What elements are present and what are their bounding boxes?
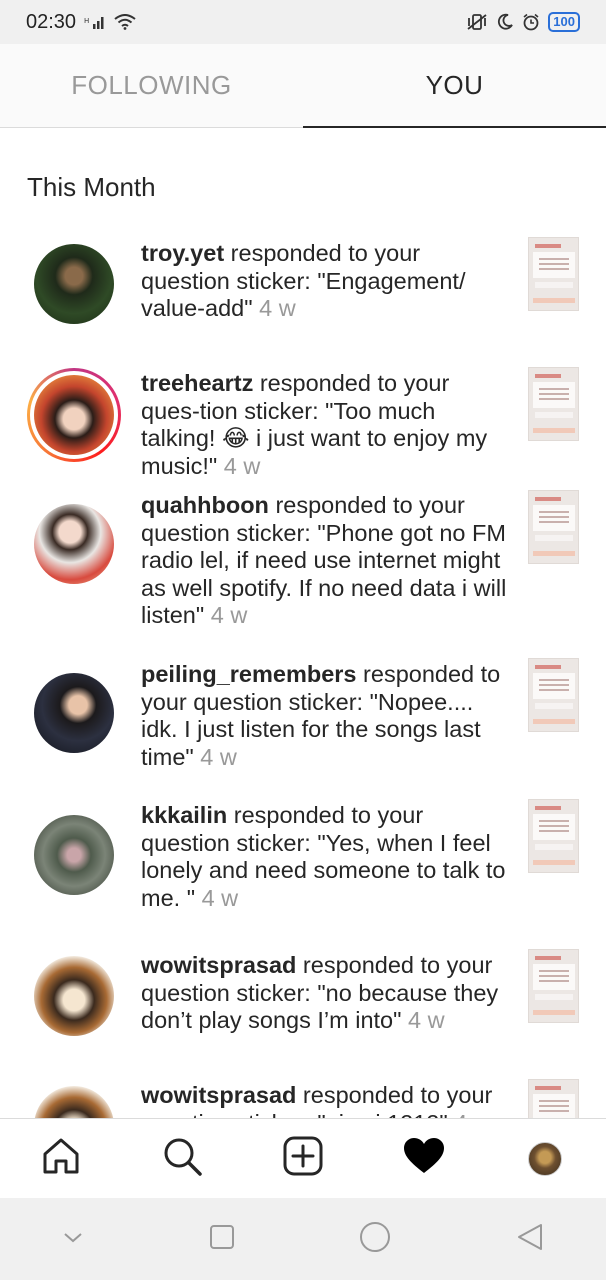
username[interactable]: treeheartz [141, 370, 253, 396]
status-bar: 02:30 H 100 [0, 0, 606, 44]
battery-icon: 100 [548, 12, 580, 32]
notification-text: quahhboon responded to your question sti… [141, 492, 507, 628]
add-post-icon [283, 1136, 323, 1181]
profile-avatar [528, 1141, 563, 1176]
avatar[interactable] [34, 1086, 114, 1118]
timestamp: 4 w [200, 743, 237, 770]
story-thumbnail[interactable] [528, 1079, 579, 1118]
nav-activity[interactable] [394, 1129, 454, 1189]
story-thumbnail[interactable] [528, 949, 579, 1023]
username[interactable]: peiling_remembers [141, 661, 357, 687]
notification-text: troy.yet responded to your question stic… [141, 240, 466, 321]
notification-text: peiling_remembers responded to your ques… [141, 661, 501, 770]
avatar-story-ring[interactable] [27, 368, 121, 462]
timestamp: 4 w [407, 1007, 445, 1033]
avatar [34, 375, 114, 455]
timestamp: 4 w [201, 884, 239, 911]
tab-you-label: YOU [425, 70, 484, 100]
username[interactable]: troy.yet [141, 240, 224, 266]
bottom-nav [0, 1118, 606, 1198]
activity-feed[interactable]: troy.yet responded to your question stic… [0, 232, 606, 1118]
wifi-icon [114, 14, 136, 30]
home-circle-icon[interactable] [358, 1220, 392, 1259]
story-thumbnail[interactable] [528, 799, 579, 873]
vibrate-icon [466, 13, 488, 31]
tab-following[interactable]: FOLLOWING [0, 44, 303, 127]
tab-following-label: FOLLOWING [71, 70, 232, 100]
story-thumbnail[interactable] [528, 237, 579, 311]
tab-you[interactable]: YOU [303, 44, 606, 128]
section-title: This Month [27, 172, 156, 202]
nav-new-post[interactable] [273, 1129, 333, 1189]
nav-search[interactable] [152, 1129, 212, 1189]
story-thumbnail[interactable] [528, 658, 579, 732]
timestamp: 4 w [454, 1110, 491, 1119]
recent-apps-icon[interactable] [208, 1223, 236, 1256]
avatar[interactable] [34, 815, 114, 895]
username[interactable]: wowitsprasad [141, 952, 296, 978]
back-triangle-icon[interactable] [515, 1222, 545, 1257]
username[interactable]: kkkailin [141, 802, 227, 828]
alarm-icon [522, 13, 540, 31]
nav-profile[interactable] [515, 1129, 575, 1189]
moon-icon [496, 13, 514, 31]
home-icon [41, 1136, 81, 1181]
timestamp: 4 w [259, 295, 296, 321]
signal-icon: H [84, 14, 106, 30]
timestamp: 4 w [210, 602, 248, 628]
search-icon [161, 1135, 203, 1182]
nav-home[interactable] [31, 1129, 91, 1189]
avatar[interactable] [34, 244, 114, 324]
avatar[interactable] [34, 956, 114, 1036]
story-thumbnail[interactable] [528, 490, 579, 564]
svg-text:H: H [84, 17, 89, 25]
avatar[interactable] [34, 504, 114, 584]
heart-icon [403, 1137, 445, 1180]
system-nav-bar [0, 1198, 606, 1280]
avatar[interactable] [34, 673, 114, 753]
username[interactable]: quahhboon [141, 492, 269, 518]
timestamp: 4 w [223, 452, 261, 479]
chevron-down-icon[interactable] [61, 1229, 85, 1250]
notification-text: wowitsprasad responded to your question … [141, 1082, 511, 1118]
notification-text: treeheartz responded to your ques-tion s… [141, 370, 488, 479]
status-time: 02:30 [26, 10, 77, 33]
notification-text: wowitsprasad responded to your question … [141, 952, 499, 1033]
notification-text: kkkailin responded to your question stic… [141, 802, 506, 911]
username[interactable]: wowitsprasad [141, 1082, 296, 1108]
story-thumbnail[interactable] [528, 367, 579, 441]
activity-tabs: FOLLOWING YOU [0, 44, 606, 128]
